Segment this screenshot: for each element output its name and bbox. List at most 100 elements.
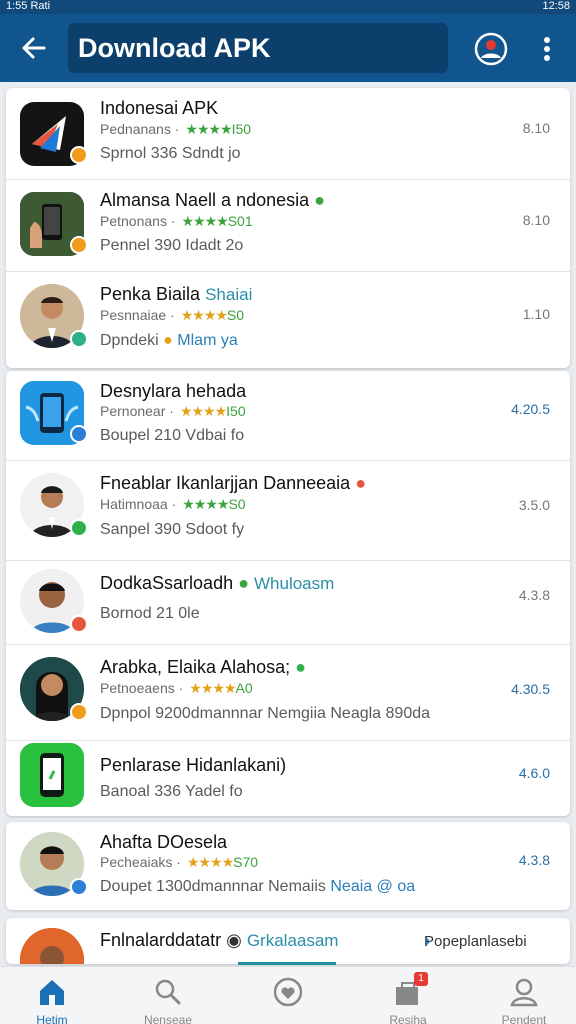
nav-item-search[interactable]: Nenseae: [118, 967, 218, 1024]
verified-badge-icon: [70, 236, 88, 254]
rating-label: Pednanans ·: [100, 121, 180, 137]
app-meta: Bornod 21 0le: [100, 605, 200, 622]
scroll-indicator: [238, 962, 336, 965]
star-rating-icon: ★★★★: [182, 496, 229, 512]
status-time: 12:58: [542, 0, 570, 12]
rating-score: A0: [235, 680, 253, 696]
rating-label: Pecheaiaks ·: [100, 854, 181, 870]
person-portrait-icon: [20, 928, 84, 964]
rating-score: S70: [233, 854, 259, 870]
rating-score: S01: [227, 213, 253, 229]
app-meta: Boupel 210 Vdbai fo: [100, 427, 245, 444]
app-tag: Shaiai: [205, 285, 253, 304]
home-icon: [40, 980, 64, 1005]
app-list-card: Indonesai APK Pednanans · ★★★★I50 Sprnol …: [6, 88, 570, 368]
person-icon: [510, 978, 538, 1007]
app-list-item[interactable]: Fneablar Ikanlarjjan Danneeaia ● Hatimno…: [6, 461, 570, 561]
rating-label: Petnoeaens ·: [100, 680, 184, 696]
app-name: Desnylara hehada: [100, 381, 247, 401]
app-version: 4.6.0: [518, 765, 550, 781]
app-list-card: Ahafta DOesela Pecheaiaks · ★★★★S70 Doupe…: [6, 822, 570, 910]
app-name: Fnlnalarddatatr ◉ Grkalaasam: [100, 930, 339, 950]
back-button[interactable]: [14, 28, 54, 68]
verified-badge-icon: [70, 330, 88, 348]
status-left: 1:55 Rati: [6, 0, 51, 12]
app-version: 4.30.5: [511, 681, 550, 697]
nav-item-updates[interactable]: Resiha: [358, 967, 458, 1024]
account-button[interactable]: [472, 30, 510, 68]
notification-badge: 1: [414, 972, 428, 986]
rating-row: Pernonear · ★★★★I50: [100, 403, 246, 420]
bottom-navigation: Hetim Nenseae Resiha Pendent: [0, 966, 576, 1024]
rating-row: Pecheaiaks · ★★★★S70: [100, 854, 258, 871]
promo-chip[interactable]: Popeplanlasebi ›: [416, 924, 566, 960]
arrow-left-icon: [22, 37, 46, 59]
more-vert-icon: [544, 37, 550, 61]
chevron-right-icon: ›: [424, 930, 431, 952]
nav-item-favorites[interactable]: [238, 967, 338, 1024]
verified-badge-icon: [70, 878, 88, 896]
app-list-item[interactable]: DodkaSsarloadh ● Whuloasm Bornod 21 0le …: [6, 561, 570, 645]
rating-score: S0: [226, 307, 245, 323]
more-options-button[interactable]: [534, 32, 560, 66]
verified-badge-icon: [70, 703, 88, 721]
search-icon: [155, 979, 181, 1005]
nav-item-profile[interactable]: Pendent: [474, 967, 574, 1024]
rating-row: Petnoeaens · ★★★★A0: [100, 680, 253, 697]
rating-row: Pesnnaiae · ★★★★S0: [100, 307, 244, 324]
heart-shield-icon: [273, 977, 303, 1007]
app-meta: Dpndeki ● Mlam ya: [100, 332, 238, 349]
app-name: Penka Biaila Shaiai: [100, 284, 253, 304]
status-bar: 1:55 Rati 12:58: [0, 0, 576, 14]
app-version: 8.10: [522, 212, 550, 228]
rating-score: I50: [231, 121, 252, 137]
app-meta: Sprnol 336 Sdndt jo: [100, 145, 241, 162]
star-rating-icon: ★★★★: [189, 680, 236, 696]
rating-row: Petnonans · ★★★★S01: [100, 213, 253, 230]
app-list-item[interactable]: Penlarase Hidanlakani) Banoal 336 Yadel …: [6, 741, 570, 816]
rating-label: Petnonans ·: [100, 213, 176, 229]
app-version: 4.3.8: [518, 852, 550, 868]
app-list-card: Desnylara hehada Pernonear · ★★★★I50 Boup…: [6, 371, 570, 816]
app-meta: Sanpel 390 Sdoot fy: [100, 521, 245, 538]
star-rating-icon: ★★★★: [180, 307, 228, 323]
star-rating-icon: ★★★★: [181, 213, 229, 229]
app-name: Indonesai APK: [100, 98, 219, 118]
app-version: 4.20.5: [511, 401, 550, 417]
app-list-item[interactable]: Desnylara hehada Pernonear · ★★★★I50 Boup…: [6, 371, 570, 461]
nav-label: Resiha: [389, 1013, 427, 1024]
rating-score: S0: [228, 496, 246, 512]
app-list-item[interactable]: Penka Biaila Shaiai Pesnnaiae · ★★★★S0 Dp…: [6, 272, 570, 368]
title-box: Download APK: [68, 23, 448, 73]
star-rating-icon: ★★★★: [185, 121, 232, 137]
app-meta: Doupet 1300dmannnar Nemaiis Neaia @ oa: [100, 878, 416, 895]
app-name: Penlarase Hidanlakani): [100, 755, 287, 775]
app-list-item[interactable]: Arabka, Elaika Alahosa; ● Petnoeaens · ★★…: [6, 645, 570, 741]
app-list-item[interactable]: Indonesai APK Pednanans · ★★★★I50 Sprnol …: [6, 88, 570, 180]
rating-label: Pernonear ·: [100, 403, 174, 419]
rating-label: Hatimnoaa ·: [100, 496, 177, 512]
phone-app-icon: [20, 743, 84, 807]
app-tag: Grkalaasam: [246, 931, 339, 950]
page-title: Download APK: [78, 33, 271, 63]
app-version: 8.10: [522, 120, 550, 136]
app-version: 4.3.8: [518, 587, 550, 603]
app-meta: Pennel 390 Idadt 2o: [100, 237, 244, 254]
rating-row: Pednanans · ★★★★I50: [100, 121, 251, 138]
app-list-item[interactable]: Ahafta DOesela Pecheaiaks · ★★★★S70 Doupe…: [6, 822, 570, 910]
app-meta: Banoal 336 Yadel fo: [100, 783, 243, 800]
rating-label: Pesnnaiae ·: [100, 307, 175, 323]
nav-label: Hetim: [36, 1013, 68, 1024]
verified-badge-icon: [70, 146, 88, 164]
app-tag: Whuloasm: [254, 574, 335, 593]
app-meta: Dpnpol 9200dmannnar Nemgiia Neagla 890da: [100, 705, 431, 722]
nav-item-home[interactable]: Hetim: [2, 967, 102, 1024]
app-name: Almansa Naell a ndonesia ●: [100, 190, 326, 210]
app-list-item[interactable]: Almansa Naell a ndonesia ● Petnonans · ★★…: [6, 180, 570, 272]
app-version: 3.5.0: [518, 497, 550, 513]
nav-label: Pendent: [501, 1013, 547, 1024]
verified-badge-icon: [70, 615, 88, 633]
app-name: Arabka, Elaika Alahosa; ●: [100, 657, 307, 677]
verified-badge-icon: [70, 425, 88, 443]
app-name: DodkaSsarloadh ● Whuloasm: [100, 573, 335, 593]
